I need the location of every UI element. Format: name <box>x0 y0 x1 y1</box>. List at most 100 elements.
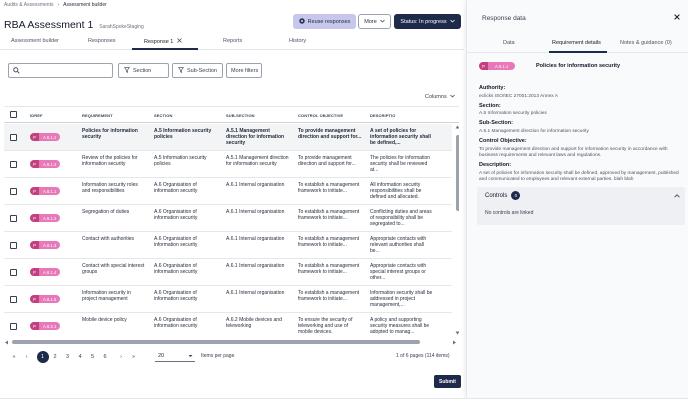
close-icon[interactable] <box>177 38 183 45</box>
panel-tab-data[interactable]: Data <box>503 40 515 46</box>
tab-assessment-builder[interactable]: Assessment builder <box>11 38 59 44</box>
table-row[interactable]: P A.6.2.1 Mobile device policy A.6 Organisa… <box>4 313 452 338</box>
description-label: Description: <box>479 162 512 168</box>
tab-responses[interactable]: Responses <box>88 38 116 44</box>
section-value: A.5 Information security policies <box>479 111 547 116</box>
close-icon[interactable] <box>674 14 680 22</box>
first-page-button[interactable]: « <box>8 351 20 363</box>
select-all-checkbox[interactable] <box>10 111 17 118</box>
subsection-cell: A.6.1 Internal organisation <box>226 263 285 269</box>
section-cell: A.6 Organisation of information security <box>154 236 198 249</box>
search-input[interactable] <box>8 63 113 78</box>
column-header-control-objective[interactable]: CONTROL OBJECTIVE <box>298 113 343 118</box>
next-page-button[interactable]: › <box>115 351 127 363</box>
active-tab-indicator <box>132 48 198 50</box>
tab-response-1[interactable]: Response 1 <box>144 38 183 45</box>
submit-button[interactable]: Submit <box>434 375 461 388</box>
section-label: Section: <box>479 103 501 109</box>
requirement-cell: Information security roles and responsib… <box>82 182 138 195</box>
row-checkbox[interactable] <box>10 323 17 330</box>
authority-label: Authority: <box>479 85 506 91</box>
page-button-2[interactable]: 2 <box>49 351 61 363</box>
columns-button[interactable]: Columns <box>425 94 455 100</box>
table-header: IDREF REQUIREMENT SECTION SUB-SECTION CO… <box>4 107 459 123</box>
status-button[interactable]: Status: In progress <box>394 14 461 29</box>
last-page-button[interactable]: » <box>128 351 140 363</box>
authority-value: eclicks ISO/IEC 27001:2013 Annex A <box>479 94 558 99</box>
requirement-cell: Information security in project manageme… <box>82 290 131 303</box>
page-button-4[interactable]: 4 <box>74 351 86 363</box>
chevron-up-icon[interactable] <box>674 193 680 200</box>
more-button[interactable]: More <box>358 14 391 29</box>
main-area: Audits & Assessments › Assessment builde… <box>0 0 464 405</box>
panel-tab-requirement-details[interactable]: Requirement details <box>552 40 601 46</box>
table-row[interactable]: P A.5.1.2 Review of the policies for infor… <box>4 151 452 178</box>
row-checkbox[interactable] <box>10 161 17 168</box>
control-objective-cell: To ensure the security of teleworking an… <box>298 317 353 336</box>
vertical-scroll-thumb[interactable] <box>456 135 459 211</box>
badge-type: P <box>30 214 39 222</box>
vertical-scrollbar[interactable] <box>455 125 459 335</box>
tab-reports[interactable]: Reports <box>223 38 242 44</box>
section-cell: A.6 Organisation of information security <box>154 317 198 330</box>
page-button-3[interactable]: 3 <box>62 351 74 363</box>
table-row[interactable]: P A.6.1.3 Contact with authorities A.6 Orga… <box>4 232 452 259</box>
badge-type: P <box>30 241 39 249</box>
page-subtitle: SarahSpokeStaging <box>99 24 144 30</box>
table-row[interactable]: P A.6.1.5 Information security in project … <box>4 286 452 313</box>
column-header-section[interactable]: SECTION <box>154 113 172 118</box>
subsection-label: Sub-Section: <box>479 120 513 126</box>
more-filters-button[interactable]: More filters <box>226 63 262 78</box>
controls-header[interactable]: Controls 0 <box>485 191 521 200</box>
control-objective-cell: To establish a management framework to i… <box>298 209 360 222</box>
reuse-responses-button[interactable]: Reuse responses <box>293 14 356 29</box>
badge-id: A.5.1.1 <box>488 62 516 70</box>
description-cell: A policy and supporting security measure… <box>370 317 430 336</box>
subsection-filter-button[interactable]: Sub-Section <box>172 63 223 78</box>
panel-title: Response data <box>482 15 526 22</box>
column-header-description[interactable]: DESCRIPTIO <box>370 113 395 118</box>
table-row[interactable]: P A.6.1.1 Information security roles and r… <box>4 178 452 205</box>
tab-label: History <box>289 38 307 44</box>
table-row[interactable]: P A.6.1.4 Contact with special interest gr… <box>4 259 452 286</box>
chevron-down-icon <box>449 19 455 25</box>
row-checkbox[interactable] <box>10 215 17 222</box>
control-objective-cell: To establish a management framework to i… <box>298 290 360 303</box>
row-checkbox[interactable] <box>10 296 17 303</box>
control-objective-value: To provide management direction and supp… <box>479 147 668 158</box>
chevron-down-icon <box>449 94 455 100</box>
scroll-left-icon[interactable] <box>4 340 9 345</box>
badge-type: P <box>479 62 488 70</box>
requirement-title: Policies for information security <box>536 63 621 69</box>
items-per-page-value: 20 <box>158 352 165 359</box>
reuse-responses-label: Reuse responses <box>307 18 351 25</box>
horizontal-scroll-thumb[interactable] <box>12 340 420 344</box>
badge-id: A.6.1.4 <box>39 268 61 276</box>
horizontal-scrollbar[interactable] <box>12 340 449 344</box>
scroll-right-icon[interactable] <box>452 340 457 345</box>
subsection-cell: A.5.1 Management direction for informati… <box>226 128 285 147</box>
previous-page-button[interactable]: ‹ <box>21 351 33 363</box>
column-header-idref[interactable]: IDREF <box>30 113 43 118</box>
description-cell: The policies for information security sh… <box>370 155 431 174</box>
tab-history[interactable]: History <box>289 38 306 44</box>
row-checkbox[interactable] <box>10 242 17 249</box>
column-header-requirement[interactable]: REQUIREMENT <box>82 113 113 118</box>
items-per-page-select[interactable]: 20 <box>155 350 195 362</box>
idref-badge: P A.6.2.1 <box>30 322 61 330</box>
breadcrumb-item-audits[interactable]: Audits & Assessments <box>4 2 53 8</box>
row-checkbox[interactable] <box>10 269 17 276</box>
page-button-5[interactable]: 5 <box>87 351 99 363</box>
column-header-subsection[interactable]: SUB-SECTION <box>226 113 255 118</box>
status-label: Status: In progress <box>400 18 447 25</box>
control-objective-cell: To establish a management framework to i… <box>298 263 360 276</box>
scroll-up-icon <box>455 125 459 129</box>
row-checkbox[interactable] <box>10 188 17 195</box>
panel-tab-notes-guidance[interactable]: Notes & guidance (0) <box>620 40 672 46</box>
row-checkbox[interactable] <box>10 134 17 141</box>
table-row[interactable]: P A.5.1.1 Policies for information securit… <box>4 124 452 151</box>
page-button-1[interactable]: 1 <box>36 351 49 363</box>
table-row[interactable]: P A.6.1.2 Segregation of duties A.6 Organis… <box>4 205 452 232</box>
section-filter-button[interactable]: Section <box>118 63 169 78</box>
page-button-6[interactable]: 6 <box>99 351 111 363</box>
